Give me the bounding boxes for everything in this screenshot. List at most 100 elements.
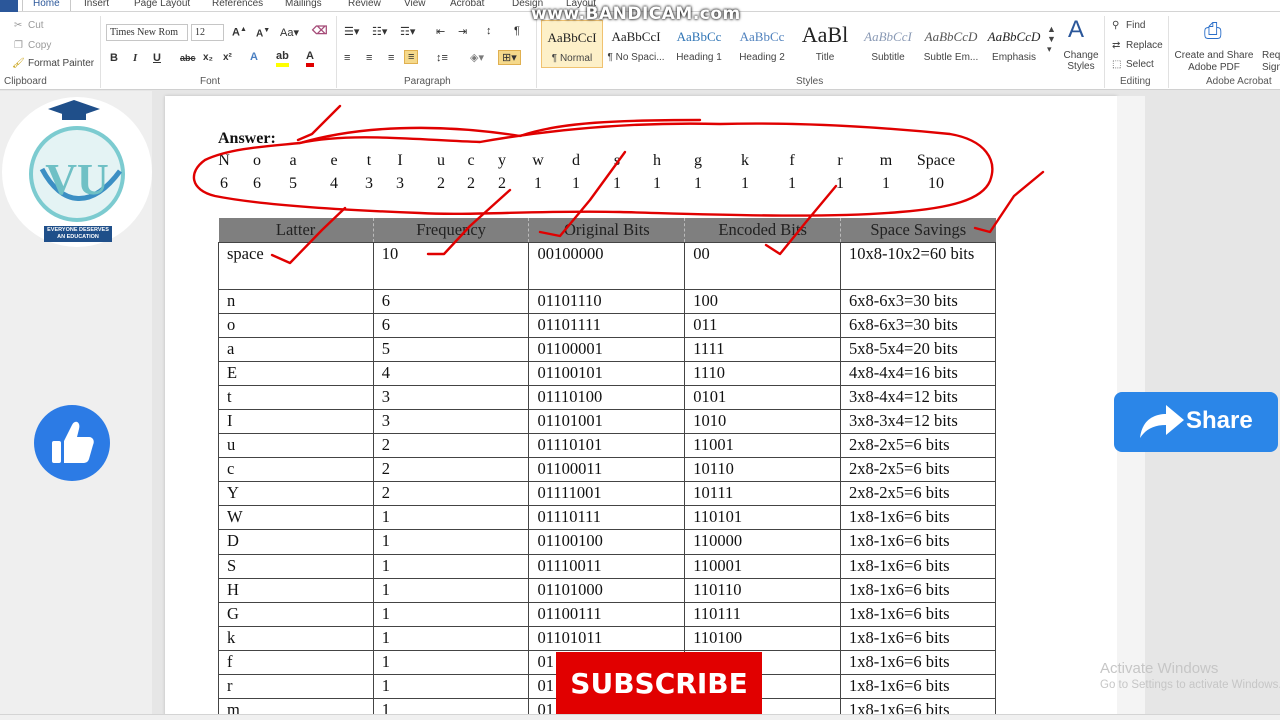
font-color-icon[interactable]: A <box>306 50 314 67</box>
font-name-dropdown[interactable]: Times New Rom <box>106 24 188 41</box>
table-row: o 6 01101111 011 6x8-6x3=30 bits <box>218 312 996 338</box>
cell-space-savings: 10x8-10x2=60 bits <box>840 241 996 290</box>
style-heading-1[interactable]: AaBbCc Heading 1 <box>668 20 730 68</box>
cell-frequency: 6 <box>372 288 530 314</box>
cell-letter: c <box>218 457 374 483</box>
cell-encoded-bits: 011 <box>684 312 842 338</box>
style-sample: AaBbCc <box>676 29 722 44</box>
share-button[interactable]: Share <box>1114 392 1278 452</box>
increase-indent-icon[interactable]: ⇥ <box>458 25 467 38</box>
sequence-count: 1 <box>572 175 580 192</box>
highlight-icon[interactable]: ab <box>276 50 289 67</box>
italic-button[interactable]: I <box>133 52 137 64</box>
replace-icon: ⇄ <box>1112 40 1121 51</box>
sequence-count: 1 <box>882 175 890 192</box>
numbering-icon[interactable]: ☷▾ <box>372 25 387 38</box>
align-left-icon[interactable]: ≡ <box>344 52 350 64</box>
subscribe-button[interactable]: SUBSCRIBE <box>556 652 762 716</box>
cell-original-bits: 00100000 <box>528 241 686 290</box>
subscript-button[interactable]: x₂ <box>203 52 213 63</box>
sequence-count: 1 <box>836 175 844 192</box>
multilevel-list-icon[interactable]: ☶▾ <box>400 25 415 38</box>
tab-references[interactable]: References <box>212 0 263 9</box>
sequence-character: Space <box>916 152 956 169</box>
sequence-count: 1 <box>613 175 621 192</box>
cell-letter: space <box>218 241 374 290</box>
cell-space-savings: 2x8-2x5=6 bits <box>840 481 996 507</box>
editing-group-label: Editing <box>1120 76 1151 87</box>
decrease-indent-icon[interactable]: ⇤ <box>436 25 445 38</box>
bold-button[interactable]: B <box>110 52 118 64</box>
style-sample: AaBbCcI <box>611 29 661 44</box>
shrink-font-icon[interactable]: A▼ <box>256 27 270 39</box>
divider <box>1168 16 1169 88</box>
copy-button[interactable]: Copy <box>28 40 51 51</box>
request-sign-button[interactable]: Req Sign <box>1262 50 1280 74</box>
cell-letter: r <box>218 673 374 700</box>
tab-acrobat[interactable]: Acrobat <box>450 0 484 9</box>
style-title[interactable]: AaBl Title <box>794 20 856 68</box>
cell-original-bits: 01101110 <box>528 288 686 314</box>
replace-button[interactable]: Replace <box>1126 40 1163 51</box>
sort-icon[interactable]: ↕ <box>486 25 492 37</box>
align-right-icon[interactable]: ≡ <box>388 52 394 64</box>
bullets-icon[interactable]: ☰▾ <box>344 25 359 38</box>
cell-space-savings: 1x8-1x6=6 bits <box>840 649 996 676</box>
style-subtle-emphasis[interactable]: AaBbCcD Subtle Em... <box>920 20 982 68</box>
find-button[interactable]: Find <box>1126 20 1145 31</box>
style-sample: AaBbCcD <box>987 29 1041 44</box>
activate-title: Activate Windows <box>1100 660 1219 677</box>
show-marks-icon[interactable]: ¶ <box>514 25 520 37</box>
create-pdf-button[interactable]: Create and Share Adobe PDF <box>1174 50 1254 74</box>
line-spacing-icon[interactable]: ↕≡ <box>436 52 448 64</box>
justify-icon[interactable]: ≡ <box>404 50 419 64</box>
font-size-dropdown[interactable]: 12 <box>191 24 224 41</box>
tab-home[interactable]: Home <box>22 0 71 11</box>
grow-font-icon[interactable]: A▲ <box>232 26 247 39</box>
text-effects-icon[interactable]: A <box>250 51 258 63</box>
change-styles-button[interactable]: Change Styles <box>1062 50 1100 72</box>
format-painter-button[interactable]: Format Painter <box>28 58 94 69</box>
align-center-icon[interactable]: ≡ <box>366 52 372 64</box>
table-row: W 1 01110111 110101 1x8-1x6=6 bits <box>218 505 996 531</box>
pdf-icon: ⎙ <box>1204 18 1222 43</box>
logo-monogram: VU <box>45 155 109 204</box>
shading-icon[interactable]: ◈▾ <box>470 51 484 64</box>
cell-encoded-bits: 1010 <box>684 408 842 435</box>
select-button[interactable]: Select <box>1126 59 1154 70</box>
like-button[interactable] <box>34 405 110 481</box>
cell-frequency: 3 <box>372 384 530 410</box>
cell-letter: k <box>218 625 374 651</box>
style-subtitle[interactable]: AaBbCcI Subtitle <box>857 20 919 68</box>
style-name: Title <box>815 52 835 63</box>
strikethrough-button[interactable]: abc <box>180 53 196 63</box>
cell-original-bits: 01100101 <box>528 360 686 386</box>
styles-scroll-icon[interactable]: ▲ ▼ ▾ <box>1047 24 1056 55</box>
style-emphasis[interactable]: AaBbCcD Emphasis <box>983 20 1045 68</box>
table-row: space 10 00100000 00 10x8-10x2=60 bits <box>218 241 996 290</box>
tab-page-layout[interactable]: Page Layout <box>134 0 190 9</box>
tab-review[interactable]: Review <box>348 0 381 9</box>
tab-mailings[interactable]: Mailings <box>285 0 322 9</box>
cell-original-bits: 01110011 <box>528 553 686 579</box>
superscript-button[interactable]: x² <box>223 52 232 63</box>
table-row: t 3 01110100 0101 3x8-4x4=12 bits <box>218 384 996 410</box>
style-heading-2[interactable]: AaBbCc Heading 2 <box>731 20 793 68</box>
tab-insert[interactable]: Insert <box>84 0 109 9</box>
style-normal[interactable]: AaBbCcI ¶ Normal <box>541 20 603 68</box>
borders-icon[interactable]: ⊞▾ <box>498 50 521 65</box>
sequence-character: h <box>653 152 661 169</box>
change-case-icon[interactable]: Aa▾ <box>280 26 299 39</box>
sequence-character: k <box>741 152 749 169</box>
table-row: H 1 01101000 110110 1x8-1x6=6 bits <box>218 577 996 603</box>
table-row: E 4 01100101 1110 4x8-4x4=16 bits <box>218 360 996 386</box>
underline-button[interactable]: U <box>153 52 161 64</box>
tab-view[interactable]: View <box>404 0 426 9</box>
style-no-spacing[interactable]: AaBbCcI ¶ No Spaci... <box>605 20 667 68</box>
cell-original-bits: 01100111 <box>528 601 686 627</box>
clear-format-icon[interactable]: ⌫ <box>312 24 328 37</box>
cell-encoded-bits: 0101 <box>684 384 842 410</box>
file-tab[interactable] <box>0 0 18 12</box>
cell-frequency: 1 <box>372 601 530 627</box>
cut-button[interactable]: Cut <box>28 20 44 31</box>
